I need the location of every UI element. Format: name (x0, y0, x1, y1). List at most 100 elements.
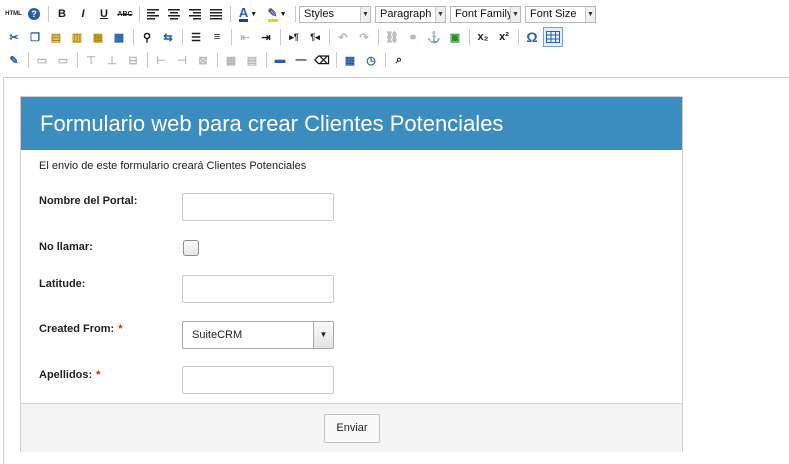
align-right-icon[interactable] (185, 4, 205, 24)
outdent-icon[interactable]: ⇤ (235, 27, 255, 47)
undo-icon[interactable]: ↶ (333, 27, 353, 47)
insert-row-before-icon[interactable]: ⊤ (81, 50, 101, 70)
styles-select[interactable]: Styles ▼ (299, 5, 371, 23)
insert-row-after-icon[interactable]: ⊥ (102, 50, 122, 70)
toolbar-separator (329, 29, 330, 45)
form-header: Formulario web para crear Clientes Poten… (21, 97, 682, 150)
highlighter-icon: ✎ (267, 5, 278, 22)
find-icon[interactable]: ⚲ (137, 27, 157, 47)
toolbar-separator (182, 29, 183, 45)
submit-button[interactable]: Enviar (324, 414, 380, 443)
toolbar-separator (469, 29, 470, 45)
insert-time-icon[interactable]: ◷ (361, 50, 381, 70)
insert-date-icon[interactable]: ▦ (340, 50, 360, 70)
latitude-label: Latitude: (39, 278, 86, 290)
toolbar-separator (217, 52, 218, 68)
no-call-label: No llamar: (39, 241, 93, 253)
link-icon[interactable]: ⛓ (382, 27, 402, 47)
toolbar-row-2: ✂ ❐ ▤ ▥ ▦ ▩ ⚲ ⇆ ☰ ≡ ⇤ ⇥ ▸¶ ¶◂ ↶ ↷ ⛓ ⚭ ⚓ … (4, 26, 564, 48)
toolbar-separator (48, 6, 49, 22)
align-left-icon[interactable] (143, 4, 163, 24)
html-source-button[interactable]: HTML (4, 4, 23, 24)
table-row-props-icon[interactable]: ▭ (32, 50, 52, 70)
table-cell-props-icon[interactable]: ▭ (53, 50, 73, 70)
underline-button[interactable]: U (94, 4, 114, 24)
toolbar-separator (230, 6, 231, 22)
toolbar-separator (378, 29, 379, 45)
last-name-input[interactable] (182, 366, 334, 394)
superscript-button[interactable]: x² (494, 27, 514, 47)
help-icon[interactable]: ? (24, 4, 44, 24)
format-select-value: Paragraph (380, 7, 432, 20)
strikethrough-button[interactable]: ABC (115, 4, 135, 24)
select-all-icon[interactable]: ▩ (109, 27, 129, 47)
insert-col-before-icon[interactable]: ⊢ (151, 50, 171, 70)
form-title: Formulario web para crear Clientes Poten… (40, 111, 504, 136)
font-size-select[interactable]: Font Size ▼ (525, 5, 596, 23)
bullet-list-icon[interactable]: ☰ (186, 27, 206, 47)
toolbar-separator (147, 52, 148, 68)
cut-icon[interactable]: ✂ (4, 27, 24, 47)
table-icon[interactable] (543, 27, 563, 47)
bold-button[interactable]: B (52, 4, 72, 24)
unlink-icon[interactable]: ⚭ (403, 27, 423, 47)
subscript-button[interactable]: x₂ (473, 27, 493, 47)
preview-icon[interactable]: ⌕ (389, 50, 409, 70)
copy-icon[interactable]: ❐ (25, 27, 45, 47)
image-icon[interactable]: ▣ (445, 27, 465, 47)
font-family-select[interactable]: Font Family ▼ (450, 5, 521, 23)
required-marker: * (96, 369, 101, 381)
created-from-selected-value: SuiteCRM (192, 329, 243, 341)
numbered-list-icon[interactable]: ≡ (207, 27, 227, 47)
align-center-icon[interactable] (164, 4, 184, 24)
font-color-button[interactable]: A ▼ (234, 4, 262, 24)
chevron-down-icon: ▼ (435, 6, 445, 22)
toolbar-separator (133, 29, 134, 45)
paste-word-icon[interactable]: ▦ (88, 27, 108, 47)
created-from-label-text: Created From: (39, 323, 115, 335)
font-size-select-value: Font Size (530, 7, 577, 20)
styles-select-value: Styles (304, 7, 334, 20)
delete-row-icon[interactable]: ⊟ (123, 50, 143, 70)
toolbar-separator (280, 29, 281, 45)
last-name-label-text: Apellidos: (39, 369, 93, 381)
paste-text-icon[interactable]: ▥ (67, 27, 87, 47)
font-family-select-value: Font Family (455, 7, 513, 20)
toolbar-separator (77, 52, 78, 68)
no-call-checkbox[interactable] (183, 240, 199, 256)
anchor-icon[interactable]: ⚓ (424, 27, 444, 47)
split-cells-icon[interactable]: ▦ (221, 50, 241, 70)
paragraph-format-select[interactable]: Paragraph ▼ (375, 5, 446, 23)
paste-icon[interactable]: ▤ (46, 27, 66, 47)
last-name-label: Apellidos: * (39, 369, 100, 381)
edit-form-icon[interactable]: ✎ (4, 50, 24, 70)
italic-button[interactable]: I (73, 4, 93, 24)
toolbar-row-1: HTML ? B I U ABC A ▼ ✎ ▼ Styles ▼ Paragr… (4, 3, 600, 25)
divider-line-icon[interactable]: — (291, 50, 311, 70)
merge-cells-icon[interactable]: ▤ (242, 50, 262, 70)
redo-icon[interactable]: ↷ (354, 27, 374, 47)
portal-name-input[interactable] (182, 193, 334, 221)
delete-col-icon[interactable]: ⊠ (193, 50, 213, 70)
indent-icon[interactable]: ⇥ (256, 27, 276, 47)
web-to-lead-form: Formulario web para crear Clientes Poten… (20, 96, 683, 452)
rtl-direction-icon[interactable]: ¶◂ (305, 27, 325, 47)
highlight-color-button[interactable]: ✎ ▼ (263, 4, 291, 24)
find-replace-icon[interactable]: ⇆ (158, 27, 178, 47)
chevron-down-icon: ▼ (250, 10, 258, 18)
portal-name-label: Nombre del Portal: (39, 195, 138, 207)
form-footer: Enviar (21, 403, 682, 452)
toolbar-separator (336, 52, 337, 68)
latitude-input[interactable] (182, 275, 334, 303)
created-from-select[interactable]: SuiteCRM ▼ (182, 321, 334, 349)
align-justify-icon[interactable] (206, 4, 226, 24)
toolbar-separator (385, 52, 386, 68)
ltr-direction-icon[interactable]: ▸¶ (284, 27, 304, 47)
toolbar-separator (518, 29, 519, 45)
insert-col-after-icon[interactable]: ⊣ (172, 50, 192, 70)
remove-format-icon[interactable]: ⌫ (312, 50, 332, 70)
horizontal-rule-icon[interactable]: ▬ (270, 50, 290, 70)
form-description: El envio de este formulario creará Clien… (39, 160, 307, 172)
created-from-label: Created From: * (39, 323, 122, 335)
special-character-button[interactable]: Ω (522, 27, 542, 47)
